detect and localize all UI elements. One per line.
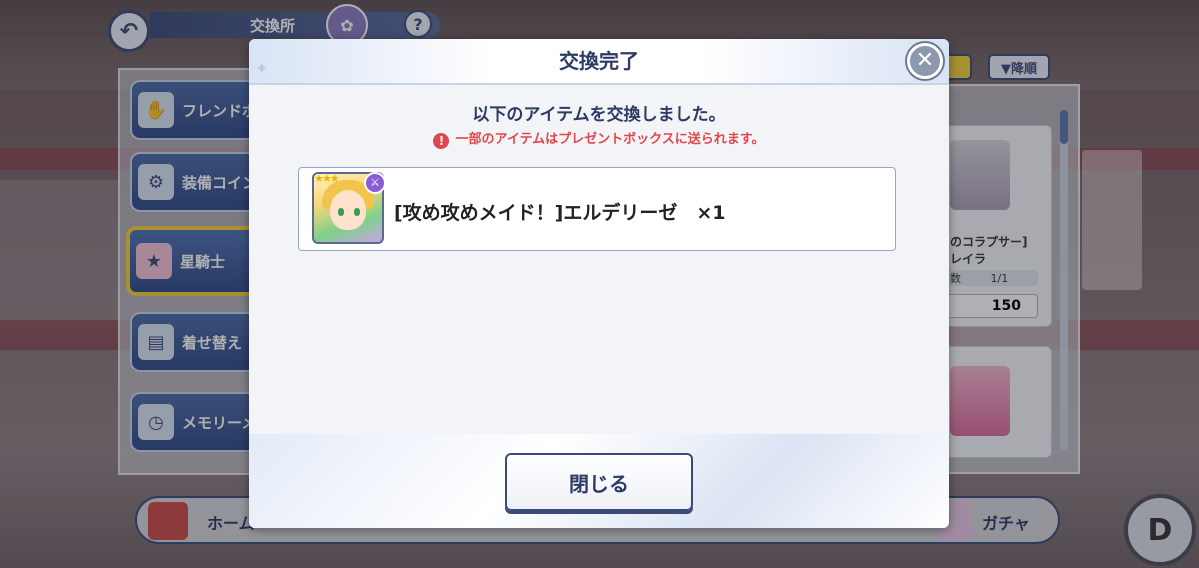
dialog-warning: ! 一部のアイテムはプレゼントボックスに送られます。 [249, 128, 949, 149]
warning-icon: ! [433, 133, 450, 149]
close-dialog-button[interactable]: ✕ [907, 43, 943, 79]
sparkle-icon: ✦ [255, 59, 269, 78]
dialog-title: 交換完了 [559, 49, 639, 73]
rarity-stars-icon: ★★★ [314, 172, 340, 185]
close-button[interactable]: 閉じる [505, 453, 693, 511]
attribute-badge: ⚔ [364, 172, 386, 194]
warning-text: 一部のアイテムはプレゼントボックスに送られます。 [455, 132, 765, 147]
thumbnail-face [330, 190, 366, 230]
thumbnail-eye [354, 208, 360, 216]
item-name: [攻め攻めメイド！]エルデリーゼ ×1 [394, 202, 726, 224]
dialog-message: 以下のアイテムを交換しました。 [472, 105, 726, 125]
thumbnail-eye [338, 208, 344, 216]
close-icon: ✕ [915, 48, 935, 73]
